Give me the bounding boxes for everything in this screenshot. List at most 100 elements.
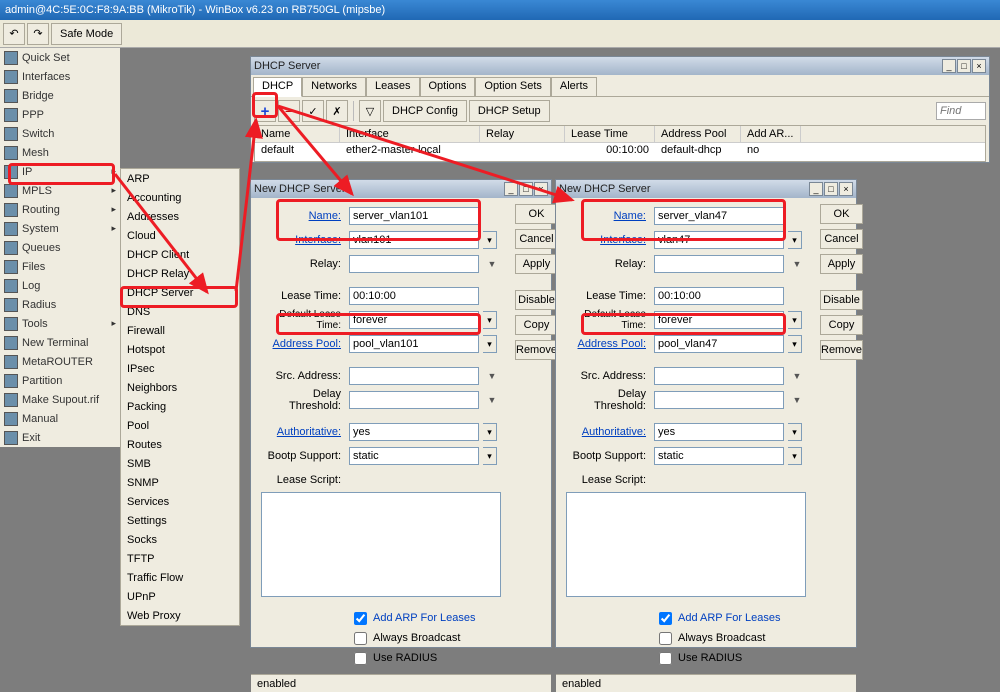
submenu-item-ipsec[interactable]: IPsec [121,359,239,378]
sidebar-item-ip[interactable]: IP▸ [0,162,120,181]
table-row[interactable]: default ether2-master-local 00:10:00 def… [255,143,985,157]
redo-button[interactable]: ↷ [27,23,49,45]
radius-checkbox[interactable] [354,652,367,665]
relay-input[interactable] [654,255,784,273]
expand-icon[interactable]: ▼ [485,391,499,409]
submenu-item-hotspot[interactable]: Hotspot [121,340,239,359]
col-name[interactable]: Name [255,126,340,142]
filter-button[interactable]: ▽ [359,100,381,122]
apply-button[interactable]: Apply [515,254,558,274]
expand-icon[interactable]: ▼ [790,255,804,273]
relay-input[interactable] [349,255,479,273]
dhcp-setup-button[interactable]: DHCP Setup [469,100,550,122]
sidebar-item-routing[interactable]: Routing▸ [0,200,120,219]
tab-dhcp[interactable]: DHCP [253,77,302,97]
maximize-button[interactable]: □ [519,182,533,196]
submenu-item-socks[interactable]: Socks [121,530,239,549]
submenu-item-web-proxy[interactable]: Web Proxy [121,606,239,625]
src-input[interactable] [349,367,479,385]
tab-leases[interactable]: Leases [366,77,419,97]
add-arp-checkbox[interactable] [354,612,367,625]
delay-input[interactable] [349,391,479,409]
sidebar-item-exit[interactable]: Exit [0,428,120,447]
col-pool[interactable]: Address Pool [655,126,741,142]
sidebar-item-ppp[interactable]: PPP [0,105,120,124]
expand-icon[interactable]: ▼ [485,367,499,385]
submenu-item-snmp[interactable]: SNMP [121,473,239,492]
remove-button[interactable]: − [278,100,300,122]
sidebar-item-tools[interactable]: Tools▸ [0,314,120,333]
dhcp-table[interactable]: Name Interface Relay Lease Time Address … [254,125,986,162]
sidebar-item-metarouter[interactable]: MetaROUTER [0,352,120,371]
script-field[interactable] [261,492,501,597]
interface-input[interactable] [349,231,479,249]
maximize-button[interactable]: □ [957,59,971,73]
minimize-button[interactable]: _ [504,182,518,196]
sidebar-item-switch[interactable]: Switch [0,124,120,143]
dropdown-icon[interactable]: ▾ [483,335,497,353]
sidebar-item-partition[interactable]: Partition [0,371,120,390]
copy-button[interactable]: Copy [515,315,558,335]
interface-input[interactable] [654,231,784,249]
close-button[interactable]: × [534,182,548,196]
dropdown-icon[interactable]: ▾ [788,311,802,329]
sidebar-item-files[interactable]: Files [0,257,120,276]
submenu-item-dns[interactable]: DNS [121,302,239,321]
disable-button[interactable]: ✗ [326,100,348,122]
ok-button[interactable]: OK [515,204,558,224]
find-input[interactable] [936,102,986,120]
sidebar-item-make-supout-rif[interactable]: Make Supout.rif [0,390,120,409]
sidebar-item-log[interactable]: Log [0,276,120,295]
submenu-item-cloud[interactable]: Cloud [121,226,239,245]
submenu-item-addresses[interactable]: Addresses [121,207,239,226]
apply-button[interactable]: Apply [820,254,863,274]
col-interface[interactable]: Interface [340,126,480,142]
dropdown-icon[interactable]: ▾ [483,447,497,465]
submenu-item-services[interactable]: Services [121,492,239,511]
minimize-button[interactable]: _ [809,182,823,196]
broadcast-checkbox[interactable] [354,632,367,645]
submenu-item-upnp[interactable]: UPnP [121,587,239,606]
broadcast-checkbox[interactable] [659,632,672,645]
default-lease-input[interactable] [349,311,479,329]
enable-button[interactable]: ✓ [302,100,324,122]
sidebar-item-queues[interactable]: Queues [0,238,120,257]
add-arp-checkbox[interactable] [659,612,672,625]
auth-input[interactable] [654,423,784,441]
delay-input[interactable] [654,391,784,409]
copy-button[interactable]: Copy [820,315,863,335]
add-button[interactable]: + [254,100,276,122]
name-input[interactable] [349,207,479,225]
submenu-item-traffic-flow[interactable]: Traffic Flow [121,568,239,587]
submenu-item-accounting[interactable]: Accounting [121,188,239,207]
dropdown-icon[interactable]: ▾ [483,423,497,441]
bootp-input[interactable] [349,447,479,465]
name-input[interactable] [654,207,784,225]
tab-alerts[interactable]: Alerts [551,77,597,97]
sidebar-item-manual[interactable]: Manual [0,409,120,428]
minimize-button[interactable]: _ [942,59,956,73]
dropdown-icon[interactable]: ▾ [788,335,802,353]
sidebar-item-mpls[interactable]: MPLS▸ [0,181,120,200]
dropdown-icon[interactable]: ▾ [483,231,497,249]
submenu-item-pool[interactable]: Pool [121,416,239,435]
src-input[interactable] [654,367,784,385]
submenu-item-dhcp-relay[interactable]: DHCP Relay [121,264,239,283]
safe-mode-button[interactable]: Safe Mode [51,23,122,45]
col-addarp[interactable]: Add AR... [741,126,801,142]
dropdown-icon[interactable]: ▾ [788,423,802,441]
col-lease[interactable]: Lease Time [565,126,655,142]
pool-input[interactable] [349,335,479,353]
default-lease-input[interactable] [654,311,784,329]
tab-options[interactable]: Options [420,77,476,97]
dhcp-config-button[interactable]: DHCP Config [383,100,467,122]
tab-option-sets[interactable]: Option Sets [475,77,550,97]
submenu-item-tftp[interactable]: TFTP [121,549,239,568]
cancel-button[interactable]: Cancel [515,229,558,249]
submenu-item-neighbors[interactable]: Neighbors [121,378,239,397]
maximize-button[interactable]: □ [824,182,838,196]
sidebar-item-interfaces[interactable]: Interfaces [0,67,120,86]
submenu-item-settings[interactable]: Settings [121,511,239,530]
ok-button[interactable]: OK [820,204,863,224]
submenu-item-smb[interactable]: SMB [121,454,239,473]
